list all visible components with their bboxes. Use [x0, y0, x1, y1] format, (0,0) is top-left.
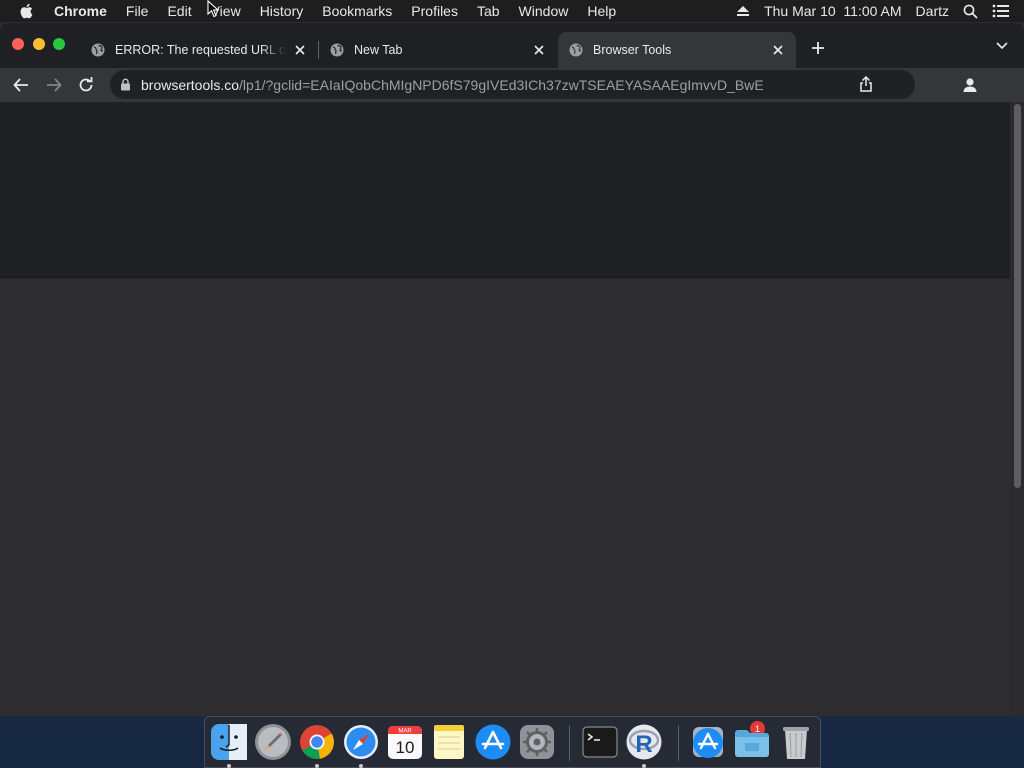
browser-window: ERROR: The requested URL could not be re…: [0, 23, 1024, 716]
address-bar[interactable]: browsertools.co /lp1/?gclid=EAIaIQobChMI…: [110, 70, 915, 99]
apple-menu-icon[interactable]: [19, 3, 37, 19]
globe-icon: [329, 42, 345, 58]
tab-search-chevron-icon[interactable]: [994, 38, 1010, 54]
dock-separator: [678, 725, 679, 761]
menu-profiles[interactable]: Profiles: [411, 3, 458, 19]
tab-title: New Tab: [354, 43, 403, 57]
tab-error[interactable]: ERROR: The requested URL could not be re…: [80, 32, 318, 68]
close-tab-icon[interactable]: [292, 42, 308, 58]
trash-icon[interactable]: [777, 723, 815, 761]
finder-icon[interactable]: [210, 723, 248, 761]
notes-icon[interactable]: [430, 723, 468, 761]
menu-app-name[interactable]: Chrome: [54, 3, 107, 19]
menu-bookmarks[interactable]: Bookmarks: [322, 3, 392, 19]
reload-button[interactable]: [74, 73, 98, 97]
forward-button[interactable]: [42, 73, 66, 97]
menu-file[interactable]: File: [126, 3, 149, 19]
menu-tab[interactable]: Tab: [477, 3, 500, 19]
menubar-user[interactable]: Dartz: [916, 3, 949, 19]
globe-icon: [568, 42, 584, 58]
menu-help[interactable]: Help: [587, 3, 616, 19]
fullscreen-window-button[interactable]: [53, 38, 65, 50]
calendar-icon[interactable]: MAR 10: [386, 723, 424, 761]
tab-browser-tools[interactable]: Browser Tools: [558, 32, 796, 68]
close-window-button[interactable]: [12, 38, 24, 50]
terminal-icon[interactable]: [581, 723, 619, 761]
running-indicator: [227, 764, 231, 768]
svg-text:R: R: [635, 731, 652, 758]
menubar-clock[interactable]: Thu Mar 10 11:00 AM: [764, 3, 901, 19]
page-scrollbar[interactable]: [1010, 102, 1024, 716]
safari-compass-icon[interactable]: [342, 723, 380, 761]
menu-window[interactable]: Window: [519, 3, 569, 19]
url-host: browsertools.co: [141, 76, 240, 93]
downloads-folder-icon[interactable]: [733, 723, 771, 761]
menu-edit[interactable]: Edit: [167, 3, 191, 19]
mouse-cursor-icon: [207, 0, 219, 18]
close-tab-icon[interactable]: [531, 42, 547, 58]
menu-history[interactable]: History: [260, 3, 304, 19]
running-indicator: [315, 764, 319, 768]
calendar-day: 10: [396, 738, 415, 757]
app-store-stack-icon[interactable]: [689, 723, 727, 761]
eject-icon[interactable]: [736, 5, 750, 17]
page-content: [0, 102, 1010, 716]
spotlight-search-icon[interactable]: [963, 4, 978, 19]
back-button[interactable]: [9, 73, 33, 97]
running-indicator: [642, 764, 646, 768]
url-path: /lp1/?gclid=EAIaIQobChMIgNPD6fS79gIVEd3I…: [239, 76, 764, 93]
r-language-icon[interactable]: R: [625, 723, 663, 761]
scrollbar-thumb[interactable]: [1014, 104, 1021, 488]
tab-title: ERROR: The requested URL could not be re…: [115, 43, 286, 57]
launchpad-rocket-icon[interactable]: [254, 723, 292, 761]
app-store-icon[interactable]: [474, 723, 512, 761]
dock: MAR 10 1 R: [204, 716, 821, 768]
lock-icon[interactable]: [120, 78, 131, 91]
tab-new-tab[interactable]: New Tab: [319, 32, 557, 68]
tab-title: Browser Tools: [593, 43, 672, 57]
minimize-window-button[interactable]: [33, 38, 45, 50]
tab-strip: ERROR: The requested URL could not be re…: [0, 23, 1024, 68]
new-tab-button[interactable]: [808, 38, 828, 58]
system-preferences-gear-icon[interactable]: [518, 723, 556, 761]
close-tab-icon[interactable]: [770, 42, 786, 58]
control-center-icon[interactable]: [992, 4, 1010, 18]
profile-avatar-icon[interactable]: [958, 73, 982, 97]
globe-icon: [90, 42, 106, 58]
browser-toolbar: browsertools.co /lp1/?gclid=EAIaIQobChMI…: [0, 68, 1024, 102]
calendar-month: MAR: [398, 729, 412, 735]
share-icon[interactable]: [859, 76, 873, 92]
menu-bar: Chrome File Edit View History Bookmarks …: [0, 0, 1024, 22]
chrome-icon[interactable]: [298, 723, 336, 761]
running-indicator: [359, 764, 363, 768]
dock-separator: [569, 725, 570, 761]
page-header-band: [0, 102, 1010, 278]
